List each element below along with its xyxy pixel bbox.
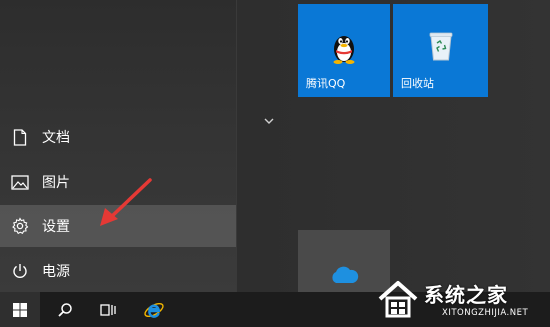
onedrive-cloud-icon [332,266,359,283]
search-button[interactable] [45,292,85,327]
watermark-subtitle: XITONGZHIJIA.NET [442,308,529,318]
qq-penguin-icon [333,36,355,64]
rail-divider [236,0,237,292]
task-view-button[interactable] [88,292,128,327]
gear-icon [10,216,30,236]
tile-recycle-bin[interactable]: 回收站 [393,4,488,97]
document-icon [10,127,30,147]
tile-label: 腾讯QQ [306,77,346,90]
menu-item-label: 图片 [42,175,70,191]
start-menu-left-rail: 文档 图片 设置 电源 [0,0,236,292]
watermark-title: 系统之家 [424,283,508,307]
annotation-arrow [100,178,152,226]
site-watermark: 系统之家 XITONGZHIJIA.NET [372,275,550,327]
menu-item-label: 文档 [42,130,70,146]
menu-item-power[interactable]: 电源 [0,250,236,292]
start-button[interactable] [0,292,40,327]
menu-item-label: 设置 [42,219,70,235]
internet-explorer-icon [144,302,164,318]
windows-logo-icon [13,302,27,317]
menu-item-label: 电源 [42,264,70,280]
taskbar-ie-button[interactable] [134,292,174,327]
pictures-icon [10,172,30,192]
recycle-bin-icon [429,32,453,61]
tile-qq[interactable]: 腾讯QQ [298,4,390,97]
task-view-icon [100,303,116,316]
power-icon [10,261,30,281]
start-menu: 文档 图片 设置 电源 腾讯QQ 回收站 [0,0,550,292]
search-icon [58,302,72,317]
tile-label: 回收站 [401,77,434,90]
house-logo-icon [378,281,418,318]
menu-item-documents[interactable]: 文档 [0,116,236,158]
chevron-down-icon[interactable] [262,116,276,128]
